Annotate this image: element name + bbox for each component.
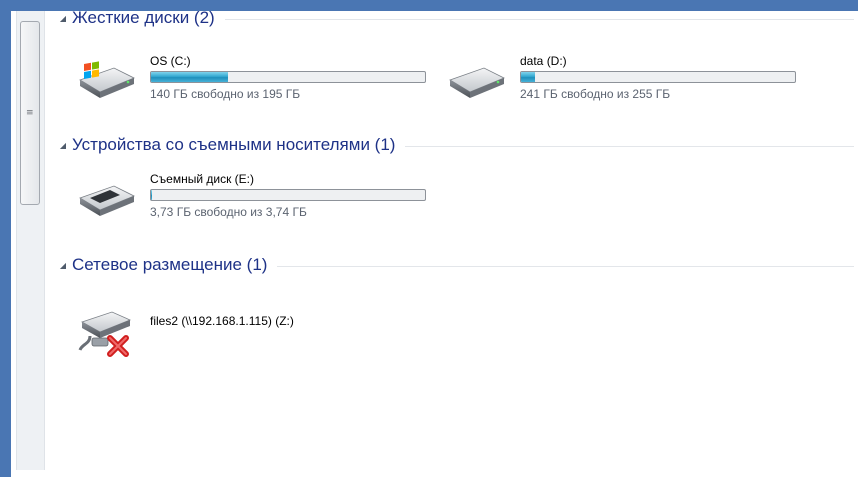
drive-name: Съемный диск (E:) <box>150 172 254 186</box>
drive-usage-fill <box>151 72 228 82</box>
group-title: Устройства со съемными носителями (1) <box>72 135 396 154</box>
drive-item-e[interactable]: Съемный диск (E:) 3,73 ГБ свободно из 3,… <box>76 172 436 228</box>
window-frame-left <box>0 0 11 477</box>
removable-drive-icon <box>79 185 135 216</box>
scrollbar-grip-icon: ≡ <box>26 108 34 118</box>
drive-name: OS (C:) <box>150 54 191 68</box>
group-divider <box>405 145 854 147</box>
drive-usage-bar <box>150 71 426 83</box>
vertical-scrollbar[interactable]: ≡ <box>16 11 45 470</box>
drive-usage-fill <box>151 190 152 200</box>
group-header-removable[interactable]: ◢ Устройства со съемными носителями (1) <box>46 133 854 157</box>
group-divider <box>277 265 854 267</box>
group-divider <box>224 18 854 20</box>
window-frame-top <box>0 0 858 11</box>
drive-free-space: 3,73 ГБ свободно из 3,74 ГБ <box>150 205 307 219</box>
drive-usage-fill <box>521 72 535 82</box>
group-title: Жесткие диски (2) <box>72 11 215 27</box>
drive-free-space: 241 ГБ свободно из 255 ГБ <box>520 87 671 101</box>
hard-drive-icon <box>449 67 505 98</box>
collapse-triangle-icon[interactable]: ◢ <box>54 141 72 150</box>
disconnected-network-drive-icon <box>78 311 132 357</box>
group-header-hard-disks[interactable]: ◢ Жесткие диски (2) <box>46 11 854 30</box>
drive-usage-bar <box>520 71 796 83</box>
drive-item-d[interactable]: data (D:) 241 ГБ свободно из 255 ГБ <box>446 54 806 110</box>
drive-name: data (D:) <box>520 54 567 68</box>
drives-view: ◢ Жесткие диски (2) OS (C:) 140 ГБ свобо… <box>46 11 858 470</box>
drive-name: files2 (\\192.168.1.115) (Z:) <box>150 314 294 328</box>
drive-usage-bar <box>150 189 426 201</box>
drive-item-c[interactable]: OS (C:) 140 ГБ свободно из 195 ГБ <box>76 54 436 110</box>
collapse-triangle-icon[interactable]: ◢ <box>54 14 72 23</box>
drive-item-z[interactable]: files2 (\\192.168.1.115) (Z:) <box>76 308 436 364</box>
drive-free-space: 140 ГБ свободно из 195 ГБ <box>150 87 301 101</box>
scrollbar-thumb[interactable]: ≡ <box>20 21 40 205</box>
group-title: Сетевое размещение (1) <box>72 255 268 274</box>
group-header-network[interactable]: ◢ Сетевое размещение (1) <box>46 253 854 277</box>
windows-drive-icon <box>79 61 135 98</box>
collapse-triangle-icon[interactable]: ◢ <box>54 261 72 270</box>
